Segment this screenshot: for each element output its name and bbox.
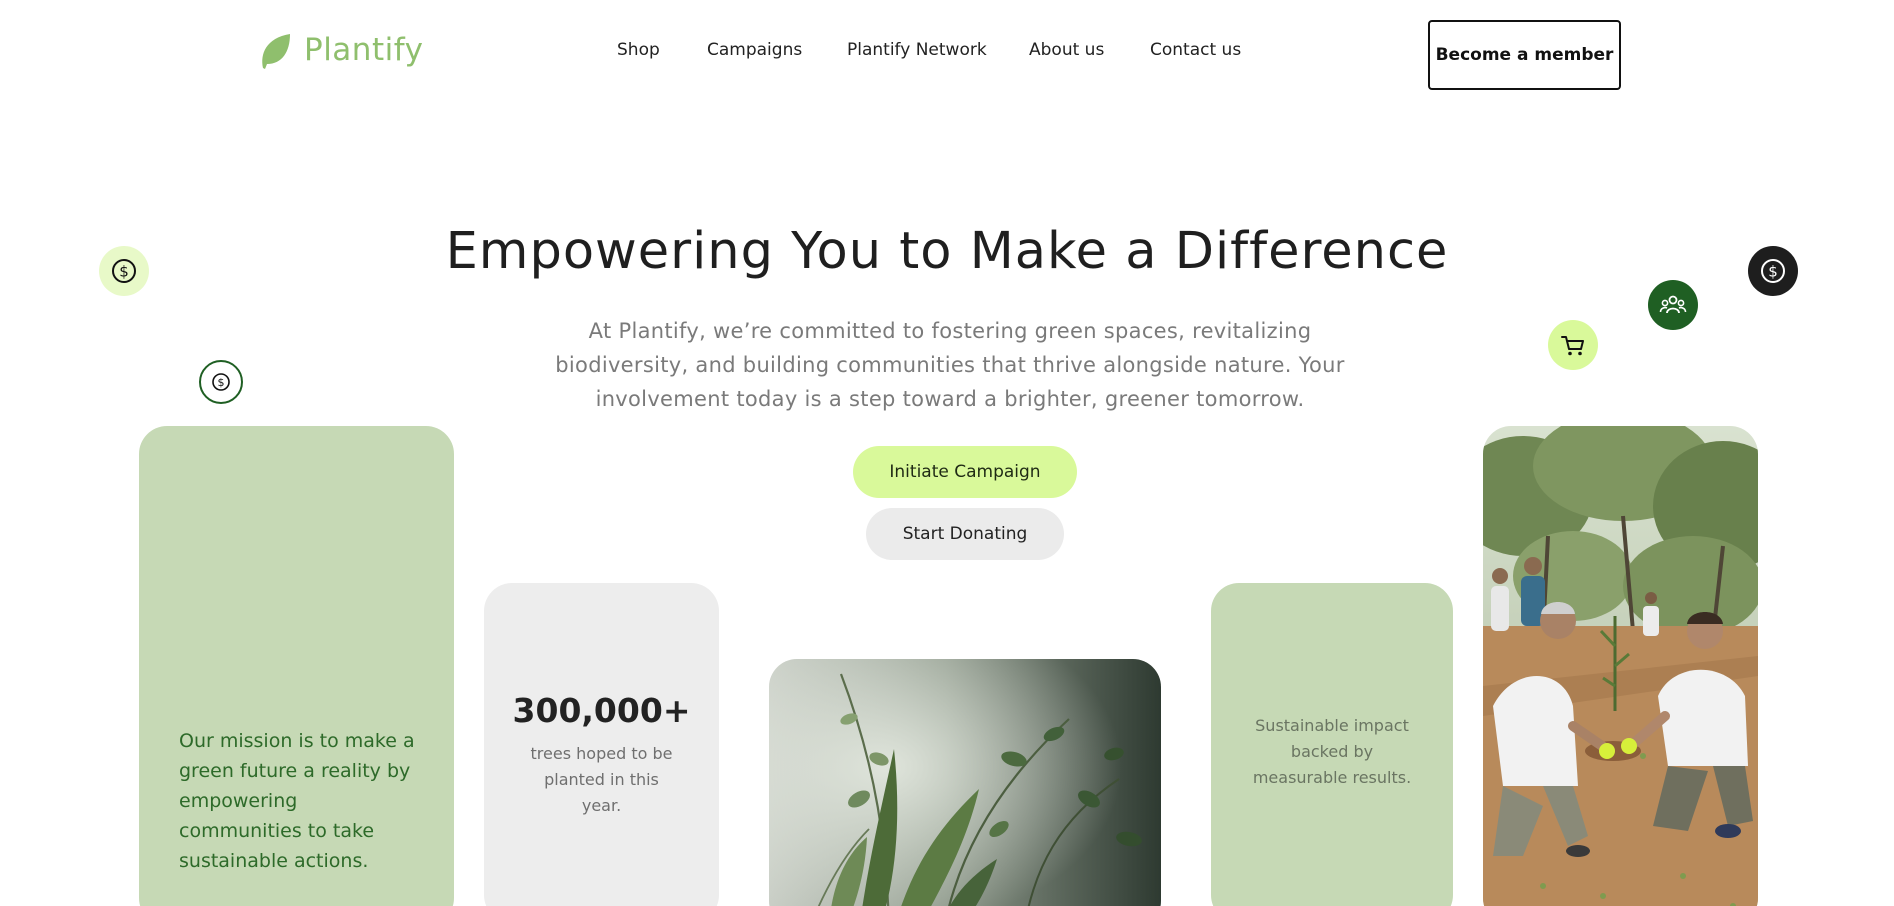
- svg-text:$: $: [218, 376, 225, 389]
- svg-text:$: $: [119, 263, 129, 281]
- cart-icon: [1548, 320, 1598, 370]
- nav-about-us[interactable]: About us: [1029, 40, 1104, 60]
- stat-value: 300,000+: [512, 691, 691, 730]
- start-donating-button[interactable]: Start Donating: [866, 508, 1064, 560]
- stat-label: trees hoped to be planted in this year.: [530, 744, 673, 815]
- community-icon: [1648, 280, 1698, 330]
- svg-text:$: $: [1768, 263, 1778, 281]
- nav-plantify-network[interactable]: Plantify Network: [847, 40, 987, 60]
- dollar-icon: $: [199, 360, 243, 404]
- stat-card: 300,000+ trees hoped to be planted in th…: [484, 583, 719, 906]
- nav-shop[interactable]: Shop: [617, 40, 660, 60]
- impact-card: Sustainable impact backed by measurable …: [1211, 583, 1453, 906]
- dollar-icon: $: [99, 246, 149, 296]
- nav-campaigns[interactable]: Campaigns: [707, 40, 802, 60]
- become-member-button[interactable]: Become a member: [1428, 20, 1621, 90]
- mission-text: Our mission is to make a green future a …: [179, 730, 415, 872]
- hero-subtitle: At Plantify, we’re committed to fosterin…: [555, 319, 1345, 411]
- initiate-campaign-button[interactable]: Initiate Campaign: [853, 446, 1077, 498]
- nav-contact-us[interactable]: Contact us: [1150, 40, 1241, 60]
- hero-title: Empowering You to Make a Difference: [445, 222, 1449, 281]
- impact-text: Sustainable impact backed by measurable …: [1252, 716, 1412, 787]
- mission-card: Our mission is to make a green future a …: [139, 426, 454, 906]
- volunteers-photo: [1483, 426, 1758, 906]
- dollar-icon: $: [1748, 246, 1798, 296]
- plant-photo: [769, 659, 1161, 906]
